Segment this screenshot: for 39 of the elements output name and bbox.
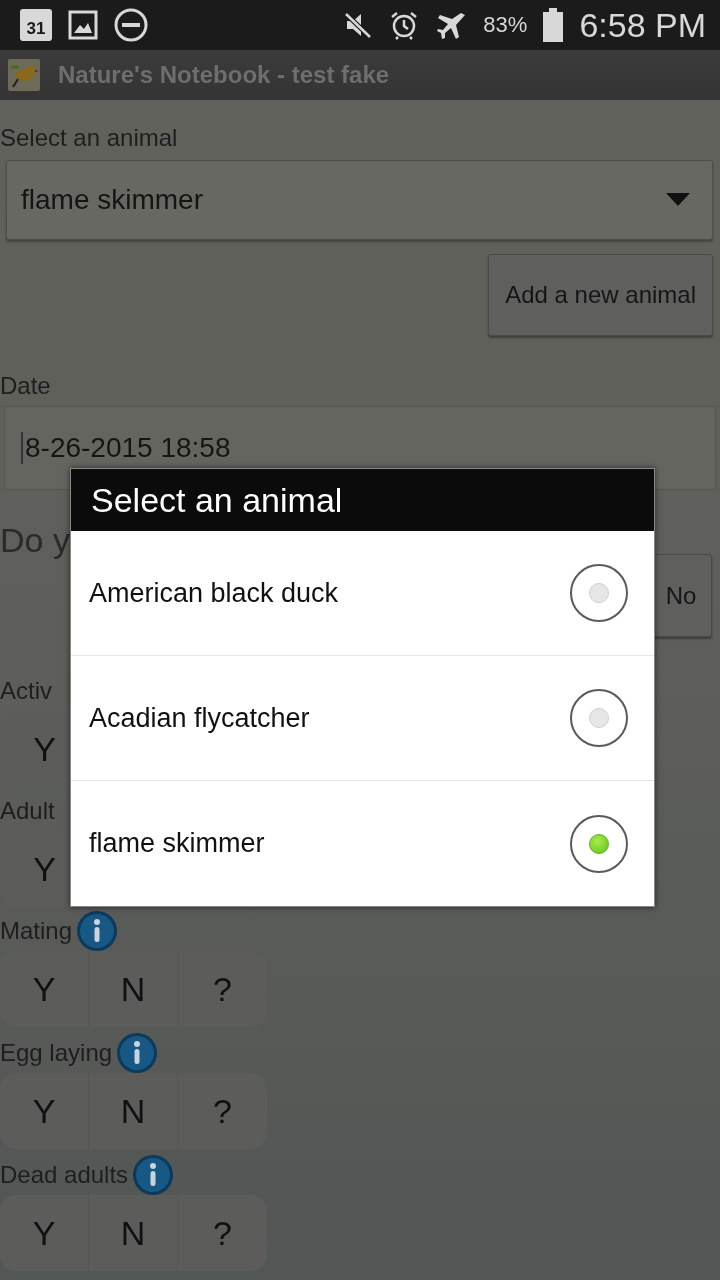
answer-option[interactable]: Y [0,1073,89,1149]
answer-option[interactable]: ? [178,1195,267,1271]
mute-icon [343,10,374,40]
answer-option[interactable]: Y [0,831,89,907]
field-label: Select an animal [0,124,179,152]
animal-option[interactable]: Acadian flycatcher [89,702,570,734]
image-icon[interactable] [68,10,98,40]
radio-button[interactable] [570,564,628,622]
clock: 6:58 PM [579,5,706,45]
bird-app-icon [8,59,40,91]
info-icon[interactable] [132,1154,175,1196]
animal-option[interactable]: American black duck [89,577,570,609]
answer-option[interactable]: Y [0,951,89,1027]
radio-button[interactable] [570,814,628,873]
phenophase-label: Activ [0,677,52,705]
do-not-disturb-icon[interactable] [114,8,148,42]
answer-option[interactable]: N [89,1195,178,1271]
add-animal-button[interactable]: Add a new animal [488,254,713,336]
answer-option[interactable]: ? [178,951,267,1027]
field-label: Date [0,372,52,400]
animal-option[interactable]: flame skimmer [89,828,570,859]
phenophase-label: Adult [0,797,55,825]
answer-option[interactable]: N [89,1073,178,1149]
answer-option[interactable]: Y [0,711,89,787]
phenophase-label: Egg laying [0,1039,113,1067]
animal-dropdown[interactable]: flame skimmer [6,160,713,240]
calendar-icon[interactable]: 31 [20,9,52,41]
radio-button[interactable] [570,689,628,747]
dropdown-caret-icon [666,193,690,207]
battery-percent: 83% [483,12,528,38]
answer-option[interactable]: ? [178,1073,267,1149]
info-icon[interactable] [116,1032,159,1074]
answer-option[interactable]: N [89,951,178,1027]
phenophase-label: Mating [0,917,73,945]
app-title: Nature's Notebook - test fake [58,61,390,89]
phenophase-label: Dead adults [0,1161,129,1189]
answer-option[interactable]: Y [0,1195,89,1271]
battery-icon [543,8,564,42]
info-icon[interactable] [76,910,119,952]
